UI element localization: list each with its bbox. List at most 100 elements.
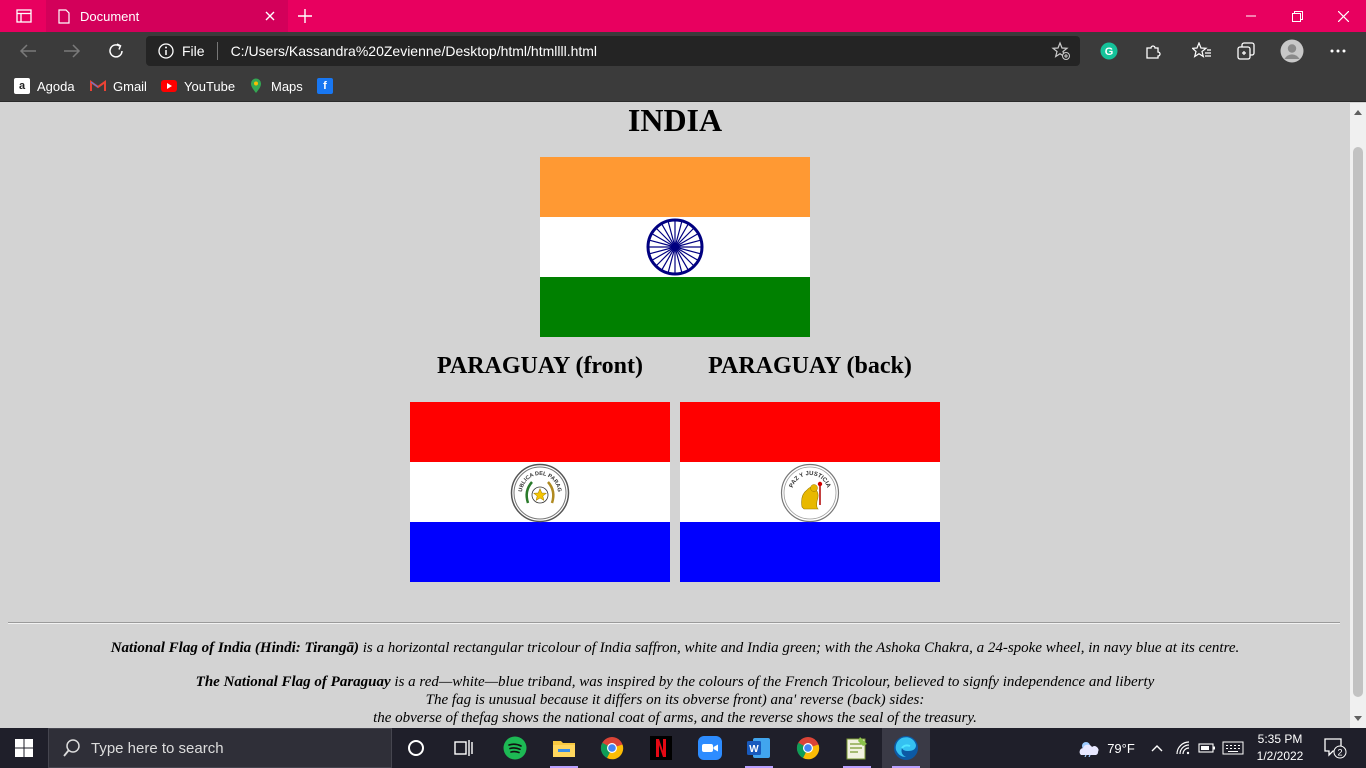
search-icon	[63, 739, 81, 757]
windows-logo-icon	[15, 739, 33, 757]
network-button[interactable]	[1172, 728, 1194, 768]
arrow-left-icon	[19, 44, 36, 58]
page-scrollbar[interactable]	[1350, 103, 1366, 728]
taskbar-clock[interactable]: 5:35 PM 1/2/2022	[1248, 731, 1312, 765]
paraguay-desc-line3: the obverse of thefag shows the national…	[373, 710, 977, 726]
file-explorer-taskbar-app[interactable]	[540, 728, 588, 768]
keyboard-button[interactable]	[1220, 728, 1246, 768]
favorites-list-icon	[1192, 42, 1211, 58]
task-view-icon	[454, 740, 473, 756]
india-description: National Flag of India (Hindi: Tirangā) …	[0, 639, 1350, 657]
paraguay-desc-title: The National Flag of Paraguay	[195, 674, 391, 690]
chrome-taskbar-app[interactable]	[588, 728, 636, 768]
tab-actions-button[interactable]	[10, 6, 38, 26]
refresh-button[interactable]	[101, 37, 131, 65]
word-icon: W	[747, 738, 770, 758]
spotify-icon	[503, 736, 527, 760]
spotify-taskbar-app[interactable]	[491, 728, 539, 768]
clock-time: 5:35 PM	[1257, 732, 1303, 746]
bookmark-label: Agoda	[37, 78, 75, 94]
paraguay-desc-text: is a red—white—blue triband, was inspire…	[390, 674, 1155, 690]
bookmark-youtube[interactable]: YouTube	[161, 76, 235, 96]
edge-icon	[894, 736, 918, 760]
weather-widget[interactable]: 79°F	[1072, 728, 1140, 768]
netflix-taskbar-app[interactable]	[637, 728, 685, 768]
minimize-button[interactable]	[1228, 0, 1274, 32]
horizontal-rule	[8, 622, 1340, 624]
settings-more-button[interactable]	[1325, 39, 1351, 63]
tab-actions-icon	[16, 9, 32, 23]
national-coat-of-arms: REPUBLICA DEL PARAGUAY	[510, 463, 570, 523]
paraguay-flag-back: PAZ Y JUSTICIA	[680, 402, 940, 582]
scrollbar-thumb[interactable]	[1353, 147, 1363, 697]
plus-icon	[298, 9, 312, 23]
india-green-stripe	[540, 277, 810, 337]
bookmark-agoda[interactable]: a Agoda	[14, 76, 75, 96]
bookmark-maps[interactable]: Maps	[248, 76, 303, 96]
taskbar-search-box[interactable]: Type here to search	[48, 728, 392, 768]
battery-icon	[1198, 743, 1215, 753]
collections-button[interactable]	[1233, 39, 1259, 63]
task-view-button[interactable]	[440, 728, 488, 768]
paraguay-front-caption: PARAGUAY (front)	[437, 353, 643, 379]
notepad-plus-taskbar-app[interactable]	[833, 728, 881, 768]
bookmark-facebook[interactable]: f	[317, 76, 333, 96]
notification-icon: 2	[1324, 738, 1347, 759]
address-bar[interactable]: File C:/Users/Kassandra%20Zevienne/Deskt…	[146, 36, 1080, 66]
chrome-taskbar-app-2[interactable]	[784, 728, 832, 768]
favorites-button[interactable]	[1189, 39, 1215, 63]
show-hidden-icons-button[interactable]	[1146, 728, 1168, 768]
info-icon[interactable]	[158, 43, 174, 59]
grammarly-icon: G	[1100, 42, 1118, 60]
bookmark-label: Gmail	[113, 78, 147, 94]
puzzle-icon	[1146, 45, 1161, 59]
battery-button[interactable]	[1196, 728, 1218, 768]
word-taskbar-app[interactable]: W	[735, 728, 783, 768]
restore-icon	[1291, 10, 1303, 22]
add-favorite-button[interactable]	[1050, 40, 1072, 62]
grammarly-extension-button[interactable]: G	[1096, 39, 1122, 63]
edge-taskbar-app[interactable]	[882, 728, 930, 768]
scroll-up-icon[interactable]	[1354, 109, 1362, 117]
bookmark-gmail[interactable]: Gmail	[90, 76, 147, 96]
scroll-down-icon[interactable]	[1354, 714, 1362, 722]
netflix-icon	[650, 736, 672, 760]
back-button[interactable]	[13, 37, 43, 65]
address-url[interactable]: C:/Users/Kassandra%20Zevienne/Desktop/ht…	[231, 43, 1050, 59]
youtube-icon	[161, 78, 177, 94]
ashoka-chakra	[646, 218, 704, 276]
tab-close-button[interactable]	[262, 8, 278, 24]
bookmarks-bar: a Agoda Gmail YouTube Maps f	[0, 70, 1366, 102]
cortana-circle-icon	[408, 740, 424, 756]
more-dots-icon	[1330, 49, 1346, 53]
forward-button[interactable]	[57, 37, 87, 65]
maps-pin-icon	[248, 78, 264, 94]
start-button[interactable]	[0, 728, 48, 768]
new-tab-button[interactable]	[294, 6, 316, 26]
browser-tab[interactable]: Document	[46, 0, 288, 32]
weather-temperature: 79°F	[1107, 740, 1135, 756]
paraguay-back-caption: PARAGUAY (back)	[708, 353, 912, 379]
notification-center-button[interactable]: 2	[1318, 728, 1352, 768]
browser-toolbar: File C:/Users/Kassandra%20Zevienne/Deskt…	[0, 32, 1366, 70]
extensions-button[interactable]	[1140, 39, 1166, 63]
close-window-button[interactable]	[1320, 0, 1366, 32]
document-icon	[58, 8, 70, 24]
notepad-icon	[846, 737, 867, 760]
cortana-button[interactable]	[392, 728, 440, 768]
bookmark-label: Maps	[271, 78, 303, 94]
chevron-up-icon	[1151, 745, 1163, 752]
india-desc-title: National Flag of India (Hindi: Tirangā)	[110, 640, 359, 656]
chrome-icon	[600, 737, 624, 760]
arrow-right-icon	[64, 44, 81, 58]
page-viewport: INDIA PARAGUAY (front) PARAGUAY (back) R…	[0, 103, 1350, 728]
paraguay-flag-front: REPUBLICA DEL PARAGUAY	[410, 402, 670, 582]
restore-button[interactable]	[1274, 0, 1320, 32]
svg-text:W: W	[749, 744, 759, 755]
profile-button[interactable]	[1279, 39, 1305, 63]
collections-icon	[1237, 42, 1255, 60]
paraguay-blue-stripe	[410, 522, 670, 582]
refresh-icon	[109, 43, 123, 58]
zoom-taskbar-app[interactable]	[686, 728, 734, 768]
svg-text:G: G	[1105, 46, 1114, 58]
